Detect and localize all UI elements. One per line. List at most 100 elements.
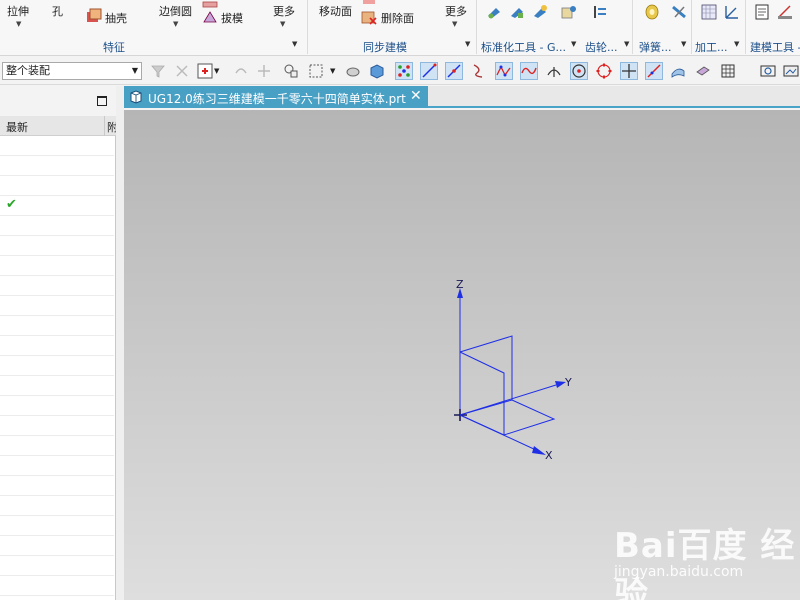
navigator-row[interactable]	[0, 436, 114, 456]
navigator-row[interactable]	[0, 156, 114, 176]
arc-center-snap-icon[interactable]	[570, 62, 588, 80]
navigator-row[interactable]	[0, 556, 114, 576]
navigator-titlebar	[0, 86, 116, 116]
curve-icon[interactable]	[470, 63, 486, 79]
modeling-doc-icon[interactable]	[754, 4, 770, 20]
navigator-row[interactable]	[0, 176, 114, 196]
face-select-icon[interactable]	[345, 63, 361, 79]
group-label-modeling-tools: 建模工具 -	[750, 41, 800, 54]
navigator-row[interactable]	[0, 276, 114, 296]
extrude-button[interactable]: 拉伸	[7, 3, 29, 19]
hole-button[interactable]: 孔	[52, 3, 63, 19]
up-to-date-check-icon: ✔	[6, 197, 17, 212]
navigator-row[interactable]	[0, 296, 114, 316]
more-feature-button[interactable]: 更多	[273, 3, 295, 19]
edge-blend-dropdown-caret[interactable]: ▼	[173, 20, 178, 28]
more-sync-caret[interactable]: ▼	[452, 20, 457, 28]
body-select-icon[interactable]	[369, 63, 385, 79]
filter-disabled-icon[interactable]	[150, 63, 166, 79]
document-tabbar: UG12.0练习三维建模一千零六十四简单实体.prt ✕	[124, 86, 800, 108]
navigator-row[interactable]	[0, 356, 114, 376]
navigator-row[interactable]	[0, 256, 114, 276]
panel-splitter[interactable]	[116, 86, 124, 600]
column-header-latest[interactable]: 最新	[6, 119, 28, 135]
extrude-dropdown-caret[interactable]: ▼	[16, 20, 21, 28]
navigator-row[interactable]	[0, 316, 114, 336]
navigator-row[interactable]	[0, 216, 114, 236]
midpoint-snap-icon[interactable]	[445, 62, 463, 80]
navigator-row[interactable]	[0, 336, 114, 356]
more-sync-button[interactable]: 更多	[445, 3, 467, 19]
profile-vertical-leg	[459, 351, 505, 435]
group-sync-expand[interactable]: ▼	[465, 40, 470, 48]
rotate-disabled-icon[interactable]	[233, 63, 249, 79]
modeling-measure-icon[interactable]	[777, 4, 793, 20]
column-header-attach[interactable]: 附	[107, 119, 116, 135]
ribbon-separator	[632, 0, 633, 54]
close-icon[interactable]: ✕	[410, 88, 422, 104]
point-on-curve-snap-icon[interactable]	[645, 62, 663, 80]
intersection-icon[interactable]	[546, 63, 562, 79]
pan-disabled-icon[interactable]	[256, 63, 272, 79]
navigator-row[interactable]	[0, 536, 114, 556]
column-divider[interactable]	[104, 116, 105, 136]
select-group-icon[interactable]	[283, 63, 299, 79]
chevron-down-icon[interactable]: ▼	[214, 67, 230, 83]
navigator-row[interactable]	[0, 456, 114, 476]
more-feature-caret[interactable]: ▼	[280, 20, 285, 28]
shell-button[interactable]: 抽壳	[105, 10, 127, 26]
spring-icon[interactable]	[644, 4, 660, 20]
group-feature-expand[interactable]: ▼	[292, 40, 297, 48]
delete-face-button[interactable]: 删除面	[381, 10, 414, 26]
box-select-icon[interactable]	[308, 63, 324, 79]
library-icon[interactable]	[561, 4, 577, 20]
grid-icon[interactable]	[720, 63, 736, 79]
navigator-row[interactable]: ✔	[0, 196, 114, 216]
group-standard-expand[interactable]: ▼	[571, 40, 576, 48]
gear-list-icon[interactable]	[592, 4, 608, 20]
standard-part-icon[interactable]	[486, 4, 502, 20]
point-on-surface-icon[interactable]	[670, 63, 686, 79]
endpoint-snap-icon[interactable]	[420, 62, 438, 80]
snap-point-icon[interactable]	[197, 63, 213, 79]
bounded-grid-icon[interactable]	[695, 63, 711, 79]
watermark-site: jingyan.baidu.com	[614, 564, 744, 580]
document-tab[interactable]: UG12.0练习三维建模一千零六十四简单实体.prt ✕	[124, 86, 428, 108]
navigator-row[interactable]	[0, 476, 114, 496]
group-spring-expand[interactable]: ▼	[681, 40, 686, 48]
view-fit-icon[interactable]	[760, 63, 776, 79]
assembly-scope-select[interactable]: 整个装配 ▼	[2, 62, 142, 80]
standard-washer-icon[interactable]	[532, 4, 548, 20]
navigator-row[interactable]	[0, 416, 114, 436]
group-gear-expand[interactable]: ▼	[624, 40, 629, 48]
group-machining-expand[interactable]: ▼	[734, 40, 739, 48]
navigator-row[interactable]	[0, 376, 114, 396]
chevron-down-icon[interactable]: ▼	[330, 67, 346, 83]
view-image-icon[interactable]	[783, 63, 799, 79]
chevron-down-icon[interactable]: ▼	[132, 63, 138, 79]
existing-point-snap-icon[interactable]	[620, 62, 638, 80]
group-label-gear: 齿轮...	[585, 41, 618, 54]
machining-grid-icon[interactable]	[701, 4, 717, 20]
spline-control-icon[interactable]	[495, 62, 513, 80]
navigator-row[interactable]	[0, 496, 114, 516]
move-face-button[interactable]: 移动面	[319, 3, 352, 19]
spline-icon[interactable]	[520, 62, 538, 80]
machining-axis-icon[interactable]	[724, 4, 740, 20]
shell-icon	[87, 8, 102, 22]
group-label-feature: 特征	[103, 41, 125, 54]
standard-bolt-icon[interactable]	[509, 4, 525, 20]
point-snap-icon[interactable]	[395, 62, 413, 80]
navigator-row[interactable]	[0, 516, 114, 536]
spring-tool-icon[interactable]	[671, 4, 687, 20]
draft-button[interactable]: 拔模	[221, 10, 243, 26]
select-mode-disabled-icon[interactable]	[174, 63, 190, 79]
quadrant-snap-icon[interactable]	[596, 63, 612, 79]
navigator-row[interactable]	[0, 576, 114, 596]
ribbon: 拉伸 ▼ 孔 抽壳 边倒圆 ▼ 拔模 更多 ▼ 特征 ▼ 移动面 删除面 更多 …	[0, 0, 800, 56]
navigator-row[interactable]	[0, 236, 114, 256]
edge-blend-button[interactable]: 边倒圆	[159, 3, 192, 19]
maximize-icon[interactable]	[97, 96, 107, 106]
navigator-row[interactable]	[0, 136, 114, 156]
navigator-row[interactable]	[0, 396, 114, 416]
